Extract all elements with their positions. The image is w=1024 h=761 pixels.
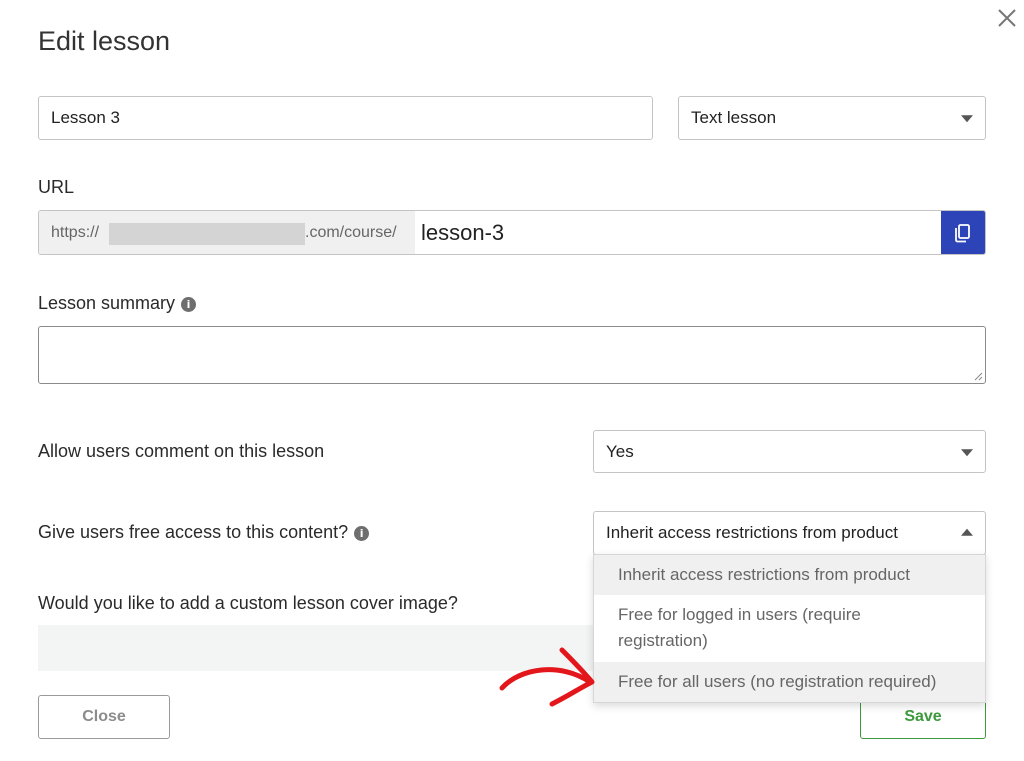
url-slug-input[interactable]: lesson-3 bbox=[421, 220, 504, 246]
copy-url-button[interactable] bbox=[941, 211, 985, 254]
redacted-domain bbox=[109, 223, 305, 245]
lesson-type-select[interactable]: Text lesson bbox=[678, 96, 986, 140]
info-icon[interactable]: i bbox=[354, 525, 370, 541]
info-icon[interactable]: i bbox=[181, 296, 197, 312]
allow-comments-selected: Yes bbox=[606, 441, 634, 461]
copy-icon bbox=[955, 224, 970, 243]
free-access-select[interactable]: Inherit access restrictions from product bbox=[593, 511, 986, 555]
url-prefix: https:// .com/course/ bbox=[39, 211, 415, 254]
dropdown-option[interactable]: Free for all users (no registration requ… bbox=[594, 662, 985, 702]
free-access-selected: Inherit access restrictions from product bbox=[606, 523, 898, 542]
lesson-type-selected: Text lesson bbox=[691, 108, 777, 127]
chevron-down-icon bbox=[961, 448, 973, 456]
allow-comments-select[interactable]: Yes bbox=[593, 430, 986, 473]
dropdown-option[interactable]: Free for logged in users (require regist… bbox=[594, 602, 985, 658]
url-field: https:// .com/course/ lesson-3 bbox=[38, 210, 986, 255]
modal-title: Edit lesson bbox=[38, 26, 171, 56]
lesson-summary-textarea[interactable] bbox=[38, 326, 986, 384]
free-access-dropdown-menu: Inherit access restrictions from product… bbox=[593, 554, 986, 703]
free-access-label-text: Give users free access to this content? bbox=[38, 522, 349, 542]
chevron-down-icon bbox=[961, 115, 973, 123]
close-button[interactable]: Close bbox=[38, 695, 170, 739]
lesson-name-input[interactable]: Lesson 3 bbox=[38, 96, 653, 140]
chevron-up-icon bbox=[961, 528, 973, 536]
url-prefix-end: .com/course/ bbox=[305, 223, 397, 241]
lesson-summary-label: Lesson summary i bbox=[38, 293, 197, 314]
lesson-summary-label-text: Lesson summary bbox=[38, 293, 176, 313]
free-access-label: Give users free access to this content? i bbox=[38, 522, 370, 543]
dropdown-option[interactable]: Inherit access restrictions from product bbox=[594, 555, 985, 595]
url-prefix-start: https:// bbox=[51, 223, 100, 241]
annotation-arrow-icon bbox=[499, 647, 595, 707]
url-label: URL bbox=[38, 177, 75, 197]
resize-handle-icon[interactable] bbox=[973, 371, 983, 381]
close-icon[interactable] bbox=[995, 6, 1019, 30]
lesson-name-value: Lesson 3 bbox=[51, 108, 120, 127]
allow-comments-label: Allow users comment on this lesson bbox=[38, 441, 325, 461]
cover-image-label: Would you like to add a custom lesson co… bbox=[38, 593, 458, 613]
